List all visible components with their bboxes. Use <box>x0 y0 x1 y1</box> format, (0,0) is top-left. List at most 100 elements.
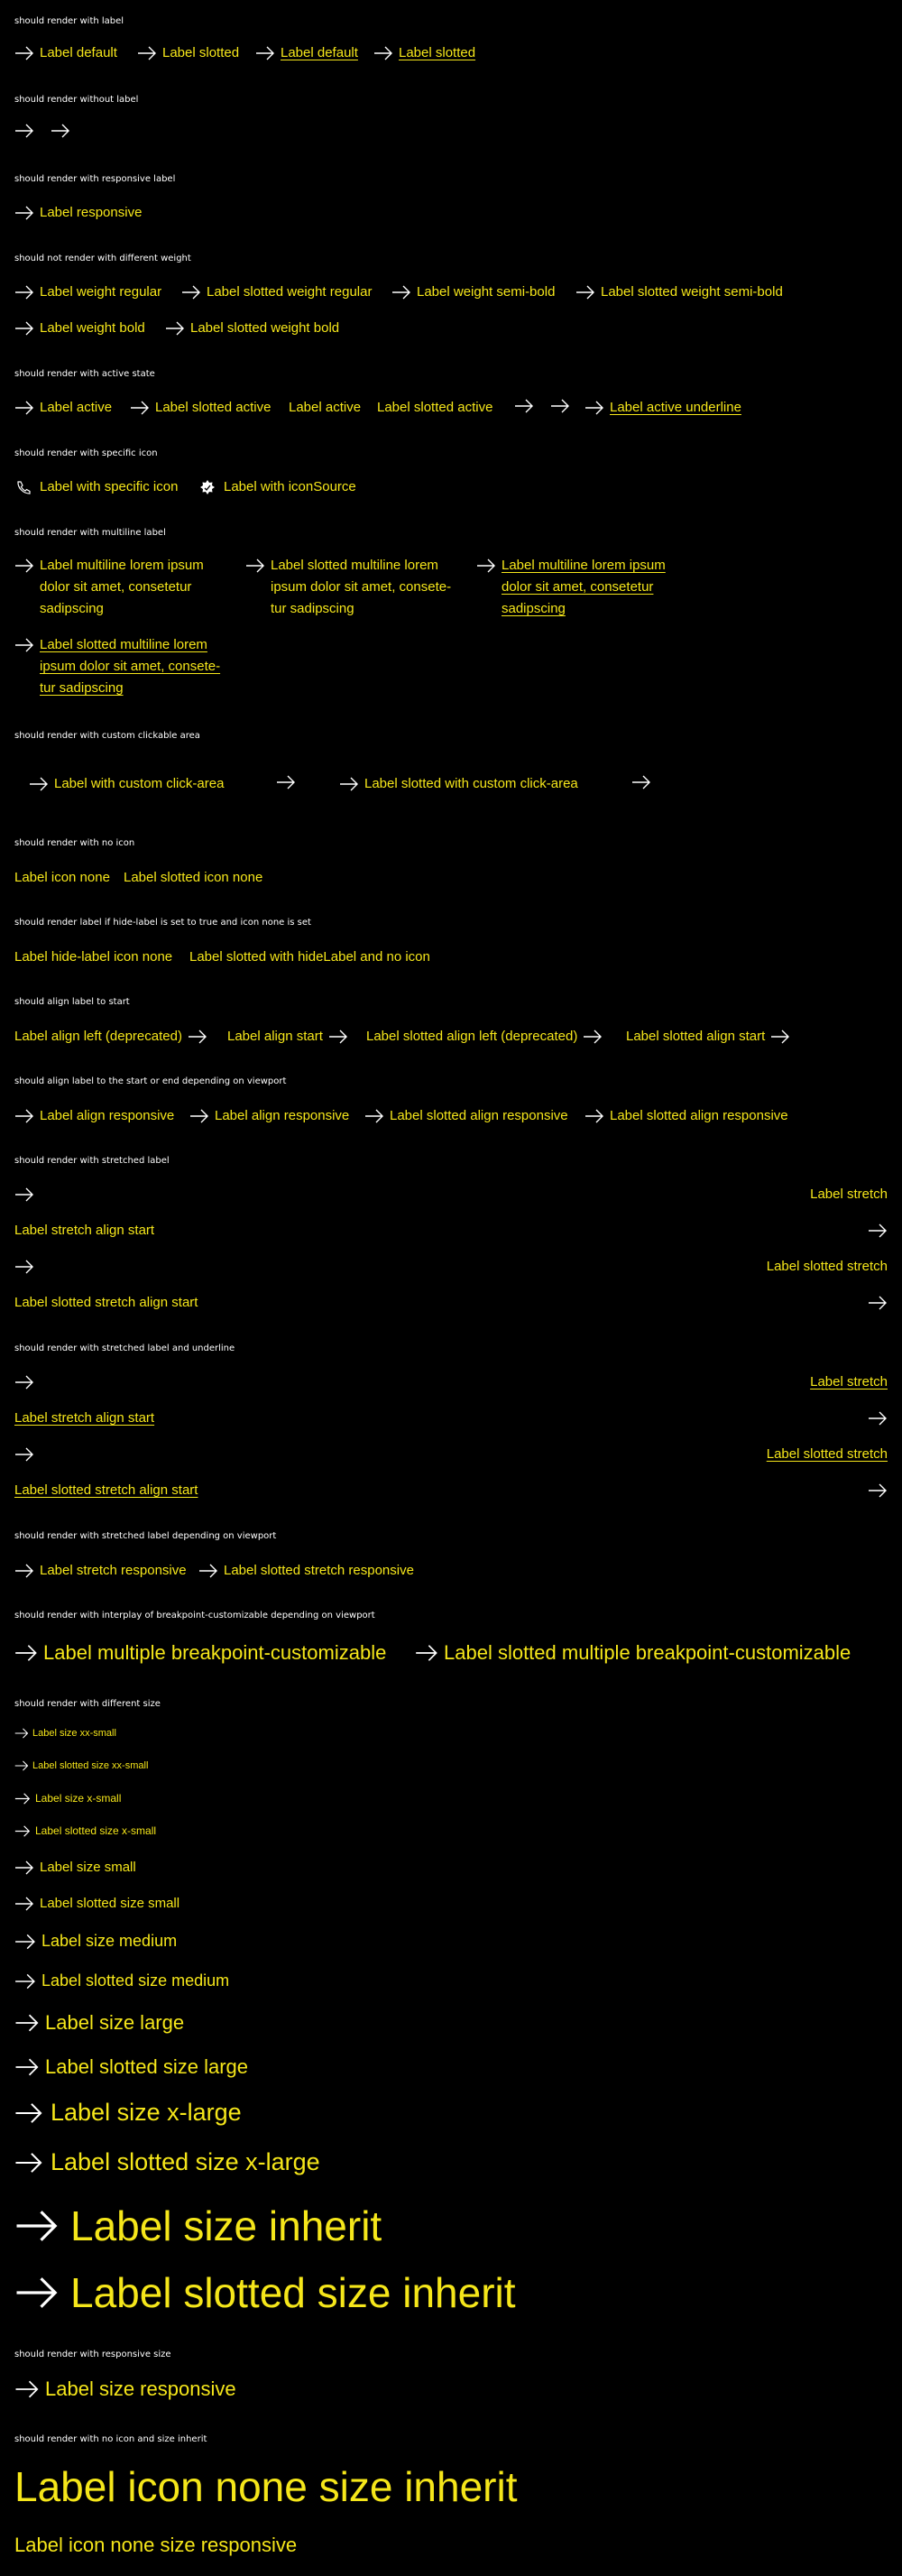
arrow-right-icon <box>373 46 393 60</box>
link-pure-click-area-no-label[interactable] <box>276 775 301 789</box>
section-heading: should render with label <box>14 16 124 26</box>
arrow-right-icon <box>583 1029 603 1044</box>
link-pure-multiline[interactable]: Label slotted multiline lorem ipsum dolo… <box>245 555 462 620</box>
link-label: Label slotted stretch <box>766 1446 888 1462</box>
link-pure-size[interactable]: Label slotted size medium <box>14 1971 229 1990</box>
link-pure-no-label[interactable] <box>51 124 76 138</box>
link-pure-size[interactable]: Label size x-large <box>14 2099 242 2127</box>
link-pure[interactable]: Label responsive <box>14 204 142 222</box>
link-label: Label slotted size medium <box>41 1971 230 1990</box>
link-label: Label slotted size x-small <box>35 1824 157 1837</box>
link-pure-align-responsive[interactable]: Label slotted align responsive <box>364 1107 568 1125</box>
link-pure[interactable]: Label with specific icon <box>14 478 178 496</box>
link-pure-active[interactable]: Label slotted active <box>377 399 492 417</box>
link-pure[interactable]: Label weight bold <box>14 319 145 337</box>
link-pure-stretch-responsive[interactable]: Label slotted stretch responsive <box>198 1562 414 1580</box>
link-pure[interactable]: Label slotted <box>137 44 239 62</box>
link-pure-size-responsive[interactable]: Label size responsive <box>14 2377 236 2401</box>
link-pure-size[interactable]: Label slotted size x-small <box>14 1824 156 1837</box>
link-pure-align-start[interactable]: Label align left (deprecated) <box>14 1028 207 1046</box>
arrow-right-icon <box>14 2152 43 2174</box>
link-pure-stretch[interactable]: Label stretch align start <box>14 1409 888 1427</box>
link-pure[interactable]: Label with iconSource <box>198 478 356 496</box>
arrow-right-icon <box>364 1109 384 1123</box>
arrow-right-icon <box>137 46 157 60</box>
arrow-right-icon <box>14 1564 34 1578</box>
section-heading: should render with stretched label and u… <box>14 1343 235 1353</box>
link-pure-stretch[interactable]: Label slotted stretch align start <box>14 1294 888 1312</box>
link-pure-size[interactable]: Label size large <box>14 2011 184 2035</box>
link-pure-size[interactable]: Label size x-small <box>14 1792 121 1805</box>
link-pure-no-icon[interactable]: Label slotted with hideLabel and no icon <box>189 948 430 966</box>
link-pure[interactable]: Label weight regular <box>14 283 161 301</box>
link-label: Label with specific icon <box>40 479 179 494</box>
link-pure-no-icon[interactable]: Label slotted icon none <box>124 869 262 887</box>
link-pure-active-no-label[interactable] <box>514 399 539 413</box>
arrow-right-icon <box>770 1029 790 1044</box>
section-heading: should render with no icon <box>14 838 135 848</box>
link-pure[interactable]: Label default <box>14 44 117 62</box>
link-pure[interactable]: Label slotted weight bold <box>165 319 339 337</box>
arrow-right-icon <box>29 777 49 791</box>
link-pure-active-no-label[interactable] <box>550 399 575 413</box>
link-pure-stretch[interactable]: Label slotted stretch align start <box>14 1482 888 1500</box>
link-label: Label icon none <box>14 870 110 885</box>
link-pure-size[interactable]: Label slotted size small <box>14 1896 179 1911</box>
link-pure-active[interactable]: Label slotted active <box>130 399 271 417</box>
link-pure-stretch[interactable]: Label stretch <box>14 1186 888 1204</box>
link-label: Label active underline <box>610 400 741 415</box>
link-pure-align-responsive[interactable]: Label align responsive <box>14 1107 174 1125</box>
link-pure-no-icon[interactable]: Label icon none <box>14 869 110 887</box>
link-pure-multiline[interactable]: Label multiline lorem ipsum dolor sit am… <box>14 555 213 620</box>
arrow-right-icon <box>14 46 34 60</box>
link-pure-align-start[interactable]: Label slotted align left (deprecated) <box>366 1028 603 1046</box>
link-pure-click-area[interactable]: Label with custom click-area <box>29 775 224 793</box>
link-pure-size[interactable]: Label size inherit <box>14 2202 382 2249</box>
link-pure-stretch[interactable]: Label stretch align start <box>14 1222 888 1240</box>
link-pure-active[interactable]: Label active <box>14 399 112 417</box>
link-pure-click-area-no-label[interactable] <box>631 775 657 789</box>
link-pure-size[interactable]: Label size medium <box>14 1932 177 1951</box>
link-pure-multiline[interactable]: Label multiline lorem ipsum dolor sit am… <box>476 555 684 620</box>
link-pure-no-icon[interactable]: Label hide-label icon none <box>14 948 172 966</box>
link-pure-no-icon[interactable]: Label icon none size inherit <box>14 2462 517 2511</box>
phone-icon <box>14 480 34 494</box>
link-pure[interactable]: Label default <box>255 44 358 62</box>
link-pure[interactable]: Label weight semi-bold <box>391 283 555 301</box>
link-pure[interactable]: Label slotted weight regular <box>181 283 372 301</box>
link-pure-size[interactable]: Label slotted size large <box>14 2055 248 2079</box>
section-heading: should align label to the start or end d… <box>14 1076 287 1086</box>
link-pure-stretch[interactable]: Label slotted stretch <box>14 1258 888 1276</box>
link-pure-size[interactable]: Label slotted size x-large <box>14 2148 320 2176</box>
link-pure-size[interactable]: Label slotted size xx-small <box>14 1760 148 1771</box>
link-label: Label slotted multiline lorem ipsum dolo… <box>40 637 221 696</box>
link-pure-align-start[interactable]: Label slotted align start <box>626 1028 790 1046</box>
link-label: Label slotted stretch align start <box>14 1482 198 1498</box>
link-pure[interactable]: Label slotted weight semi-bold <box>575 283 783 301</box>
link-pure-active[interactable]: Label active underline <box>584 399 741 417</box>
link-pure-active[interactable]: Label active <box>289 399 361 417</box>
link-pure-size[interactable]: Label size xx-small <box>14 1728 116 1739</box>
link-pure-multiline[interactable]: Label slotted multiline lorem ipsum dolo… <box>14 634 231 699</box>
link-pure-breakpoint[interactable]: Label multiple breakpoint-customizable <box>14 1640 386 1666</box>
link-pure-click-area[interactable]: Label slotted with custom click-area <box>339 775 578 793</box>
link-pure-size[interactable]: Label size small <box>14 1860 136 1875</box>
link-label: Label size large <box>45 2011 185 2034</box>
link-pure-stretch-responsive[interactable]: Label stretch responsive <box>14 1562 187 1580</box>
link-pure-no-icon[interactable]: Label icon none size responsive <box>14 2533 297 2558</box>
arrow-right-icon <box>328 1029 348 1044</box>
link-label: Label weight regular <box>40 284 162 300</box>
arrow-right-icon <box>188 1029 207 1044</box>
link-pure-stretch[interactable]: Label stretch <box>14 1373 888 1391</box>
link-pure-align-start[interactable]: Label align start <box>227 1028 348 1046</box>
link-pure[interactable]: Label slotted <box>373 44 475 62</box>
link-pure-align-responsive[interactable]: Label slotted align responsive <box>584 1107 788 1125</box>
link-label: Label align responsive <box>215 1108 350 1123</box>
link-pure-no-label[interactable] <box>14 124 40 138</box>
link-pure-align-responsive[interactable]: Label align responsive <box>189 1107 349 1125</box>
arrow-right-icon <box>14 1644 38 1662</box>
link-pure-size[interactable]: Label slotted size inherit <box>14 2269 516 2316</box>
link-pure-stretch[interactable]: Label slotted stretch <box>14 1445 888 1463</box>
link-pure-breakpoint[interactable]: Label slotted multiple breakpoint-custom… <box>415 1640 851 1666</box>
link-label: Label slotted weight bold <box>190 320 340 336</box>
